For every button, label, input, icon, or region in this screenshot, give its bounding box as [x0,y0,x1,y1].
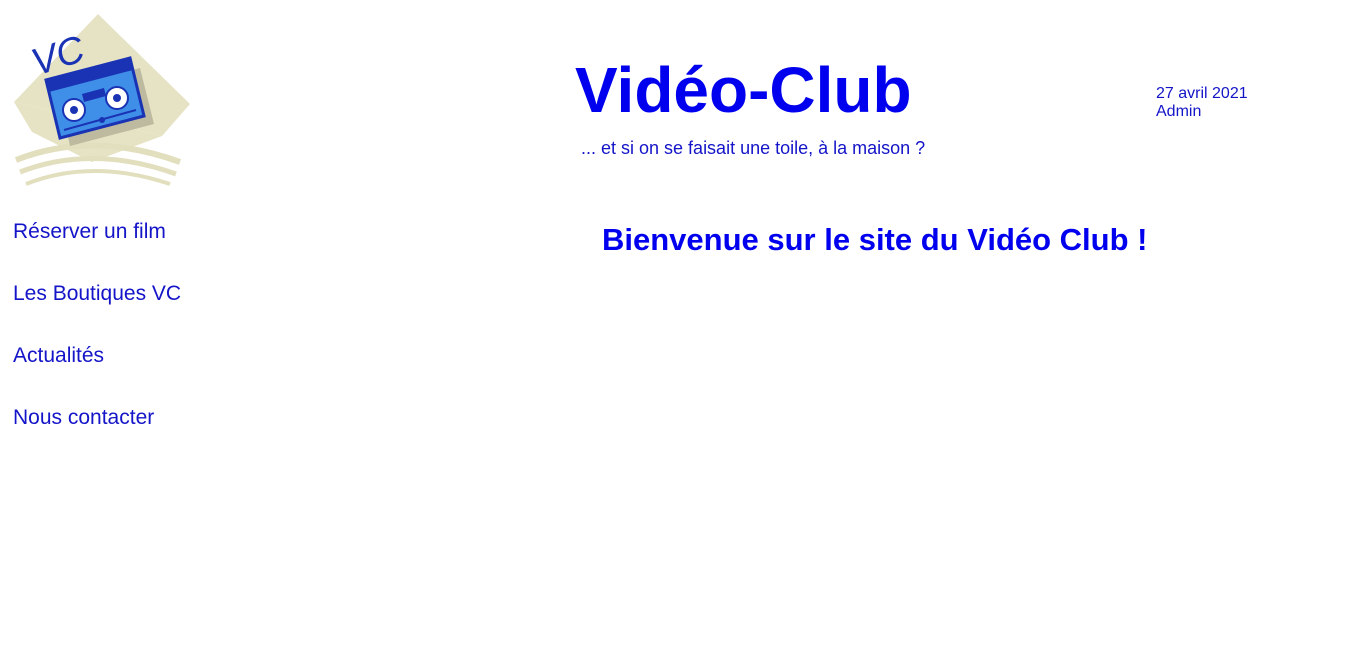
main-nav: Réserver un film Les Boutiques VC Actual… [13,220,181,468]
nav-item-actualites: Actualités [13,344,181,406]
nav-link-reserver-film[interactable]: Réserver un film [13,220,166,243]
vc-logo[interactable]: VC [12,12,192,192]
nav-link-contact[interactable]: Nous contacter [13,406,154,429]
cassette-logo-icon: VC [14,14,190,186]
welcome-heading: Bienvenue sur le site du Vidéo Club ! [602,222,1148,257]
nav-item-boutiques: Les Boutiques VC [13,282,181,344]
nav-item-contact: Nous contacter [13,406,181,468]
page: VC Vidéo-Club ... et si on se faisait un… [0,0,1360,651]
current-date: 27 avril 2021 [1156,85,1248,102]
header-meta: 27 avril 2021 Admin [1156,85,1248,121]
site-tagline: ... et si on se faisait une toile, à la … [581,138,926,158]
site-title: Vidéo-Club [575,54,912,126]
nav-item-reserver: Réserver un film [13,220,181,282]
nav-link-actualites[interactable]: Actualités [13,344,104,367]
nav-link-boutiques[interactable]: Les Boutiques VC [13,282,181,305]
user-name[interactable]: Admin [1156,103,1248,121]
